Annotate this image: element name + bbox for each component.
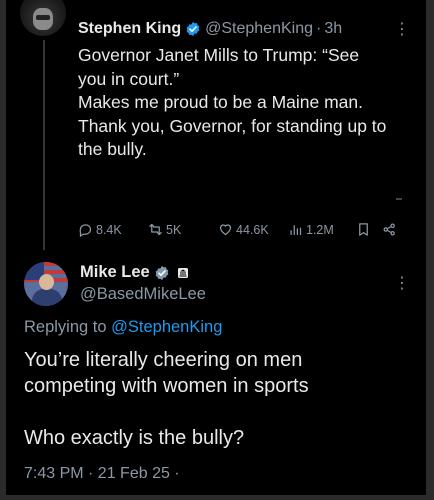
author-name[interactable]: Mike Lee [80,263,150,282]
government-affiliation-icon [177,267,188,278]
separator-dot: · [315,20,322,37]
avatar-glasses [36,15,50,20]
replying-to-mention[interactable]: @StephenKing [111,318,222,336]
like-button[interactable]: 44.6K [218,222,269,237]
tweet-text-line: the bully. [78,139,147,159]
tweet1-text: Governor Janet Mills to Trump: “See you … [78,44,418,162]
tweet1-action-bar: 8.4K 5K 44.6K 1.2M [78,222,408,242]
author-handle[interactable]: @StephenKing [205,20,313,38]
tweet2-text: You’re literally cheering on men competi… [24,347,414,451]
replying-to-label: Replying to [24,318,112,336]
tweet-text-line: you in court.” [78,68,180,89]
tweet-timestamp[interactable]: 7:43 PM · 21 Feb 25 · [24,465,180,483]
thread-connector-line [43,40,45,250]
repost-icon [149,223,162,236]
author-handle[interactable]: @BasedMikeLee [80,285,206,304]
frame-border-right [426,0,434,500]
tweet-text-line: You’re literally cheering on men [24,349,303,371]
tweet-text-line: Governor Janet Mills to Trump: “See [78,45,360,65]
mike-lee-avatar[interactable] [24,262,68,306]
tweet-text-line: Makes me proud to be a Maine man. [78,92,364,112]
more-options-icon[interactable]: ⋮ [394,22,410,38]
tweet1-header: Stephen King @StephenKing · 3h [78,20,342,38]
bookmark-icon [359,223,368,236]
tweet-text-line: Who exactly is the bully? [24,427,245,449]
views-chart-icon [290,225,302,236]
more-options-icon[interactable]: ⋮ [394,273,410,293]
repost-button[interactable]: 5K [148,222,181,237]
reply-icon [79,224,92,237]
share-icon [383,223,395,236]
author-name[interactable]: Stephen King [78,20,181,38]
share-button[interactable] [382,222,400,237]
tweet2-name-row: Mike Lee [80,263,189,282]
views-button[interactable]: 1.2M [288,222,334,237]
replying-to-line: Replying to @StephenKing [24,318,222,337]
faint-artifact [396,198,402,200]
bookmark-button[interactable] [356,222,374,237]
tweet-text-line: competing with women in sports [24,375,309,397]
reply-count: 8.4K [96,222,122,237]
tweet-text-line: Thank you, Governor, for standing up to [78,115,387,136]
reply-button[interactable]: 8.4K [78,222,122,237]
like-count: 44.6K [236,222,269,237]
tweet-time[interactable]: 3h [324,20,342,38]
avatar-face [39,274,54,290]
repost-count: 5K [166,222,182,237]
frame-border-left [0,0,6,500]
verified-badge-icon [186,22,200,36]
avatar-suit [32,289,62,306]
heart-icon [219,224,232,236]
frame-border-bottom [0,495,434,500]
views-count: 1.2M [306,222,334,237]
verified-badge-icon [155,265,169,280]
